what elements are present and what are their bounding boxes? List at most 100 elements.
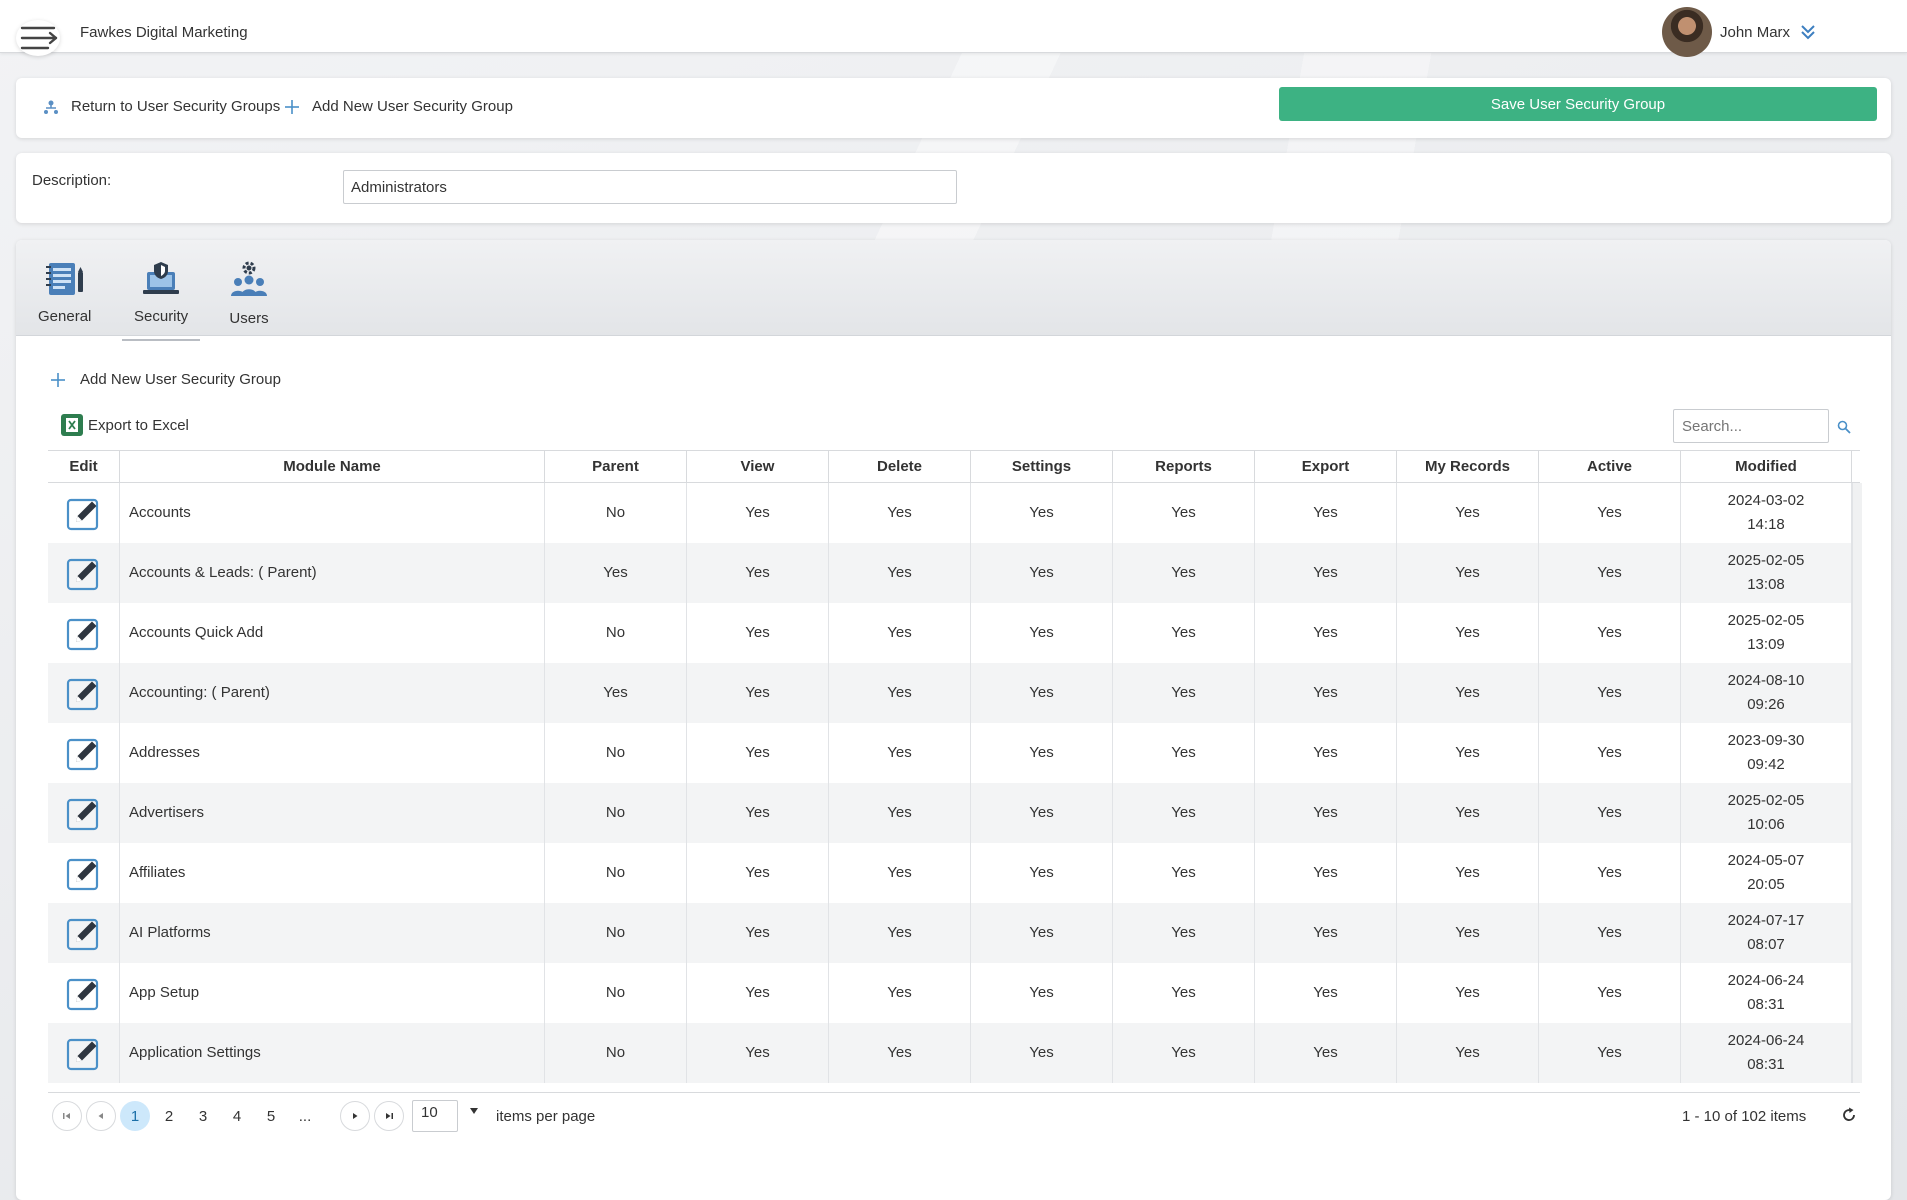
my-records-cell: Yes	[1397, 843, 1539, 903]
col-export-header[interactable]: Export	[1255, 451, 1397, 482]
prev-page-button[interactable]	[86, 1101, 116, 1131]
col-active-header[interactable]: Active	[1539, 451, 1681, 482]
export-excel-label[interactable]: Export to Excel	[88, 417, 189, 434]
modified-time: 13:09	[1747, 636, 1785, 653]
tab-users-label[interactable]: Users	[228, 310, 270, 327]
active-cell: Yes	[1539, 483, 1681, 543]
reports-cell: Yes	[1113, 903, 1255, 963]
table-row[interactable]: Affiliates No Yes Yes Yes Yes Yes Yes Yes 2024-05…	[48, 843, 1862, 903]
refresh-icon[interactable]	[1841, 1107, 1857, 1123]
app-title: Fawkes Digital Marketing	[80, 24, 248, 41]
col-module-name-header[interactable]: Module Name	[120, 451, 545, 482]
tab-general-label[interactable]: General	[38, 308, 91, 325]
scrollbar-track[interactable]	[1852, 963, 1862, 1023]
grid-add-group-label[interactable]: Add New User Security Group	[80, 371, 281, 388]
page-ellipsis[interactable]: ...	[290, 1101, 320, 1131]
scrollbar-track[interactable]	[1852, 843, 1862, 903]
my-records-cell: Yes	[1397, 663, 1539, 723]
table-row[interactable]: Addresses No Yes Yes Yes Yes Yes Yes Yes 2023-09-…	[48, 723, 1862, 783]
col-edit-header[interactable]: Edit	[48, 451, 120, 482]
add-group-link[interactable]: Add New User Security Group	[284, 98, 513, 115]
edit-icon[interactable]	[66, 495, 102, 531]
table-row[interactable]: AI Platforms No Yes Yes Yes Yes Yes Yes Yes 2024-…	[48, 903, 1862, 963]
view-cell: Yes	[687, 1023, 829, 1083]
col-view-header[interactable]: View	[687, 451, 829, 482]
tab-users[interactable]: Users	[228, 260, 270, 327]
col-settings-header[interactable]: Settings	[971, 451, 1113, 482]
edit-icon[interactable]	[66, 975, 102, 1011]
return-to-groups-link[interactable]: Return to User Security Groups	[43, 98, 280, 115]
edit-icon[interactable]	[66, 735, 102, 771]
page-number-1[interactable]: 1	[120, 1101, 150, 1131]
table-row[interactable]: Accounts Quick Add No Yes Yes Yes Yes Yes Yes Ye…	[48, 603, 1862, 663]
active-cell: Yes	[1539, 963, 1681, 1023]
menu-toggle-button[interactable]	[16, 20, 60, 56]
view-cell: Yes	[687, 543, 829, 603]
first-page-button[interactable]	[52, 1101, 82, 1131]
table-row[interactable]: Accounts & Leads: ( Parent) Yes Yes Yes Yes Y…	[48, 543, 1862, 603]
avatar[interactable]	[1662, 7, 1712, 57]
user-menu[interactable]: John Marx	[1662, 7, 1816, 57]
scrollbar-track[interactable]	[1852, 483, 1862, 543]
page-number-2[interactable]: 2	[154, 1101, 184, 1131]
scrollbar-track[interactable]	[1852, 903, 1862, 963]
active-cell: Yes	[1539, 783, 1681, 843]
module-name-cell: Accounts	[120, 483, 545, 543]
scrollbar-track[interactable]	[1852, 543, 1862, 603]
table-row[interactable]: App Setup No Yes Yes Yes Yes Yes Yes Yes 2024-06-…	[48, 963, 1862, 1023]
edit-icon[interactable]	[66, 615, 102, 651]
col-delete-header[interactable]: Delete	[829, 451, 971, 482]
edit-icon[interactable]	[66, 555, 102, 591]
delete-cell: Yes	[829, 603, 971, 663]
col-parent-header[interactable]: Parent	[545, 451, 687, 482]
page-number-3[interactable]: 3	[188, 1101, 218, 1131]
user-name[interactable]: John Marx	[1720, 24, 1790, 41]
return-label[interactable]: Return to User Security Groups	[71, 98, 280, 115]
col-reports-header[interactable]: Reports	[1113, 451, 1255, 482]
view-cell: Yes	[687, 603, 829, 663]
tab-security[interactable]: Security	[121, 260, 201, 341]
table-row[interactable]: Accounting: ( Parent) Yes Yes Yes Yes Yes Yes Y…	[48, 663, 1862, 723]
edit-icon[interactable]	[66, 1035, 102, 1071]
search-input[interactable]	[1673, 409, 1829, 443]
table-row[interactable]: Advertisers No Yes Yes Yes Yes Yes Yes Yes 2025-0…	[48, 783, 1862, 843]
double-chevron-down-icon[interactable]	[1800, 23, 1816, 41]
parent-cell: No	[545, 903, 687, 963]
plus-icon	[285, 99, 299, 114]
description-field[interactable]	[343, 170, 957, 204]
tab-security-label[interactable]: Security	[134, 308, 188, 325]
tab-general[interactable]: General	[38, 260, 91, 325]
last-page-button[interactable]	[374, 1101, 404, 1131]
scrollbar-track[interactable]	[1852, 603, 1862, 663]
edit-icon[interactable]	[66, 675, 102, 711]
export-excel-button[interactable]: Export to Excel	[60, 413, 189, 437]
grid-add-group-link[interactable]: Add New User Security Group	[50, 371, 281, 388]
delete-cell: Yes	[829, 903, 971, 963]
col-my-records-header[interactable]: My Records	[1397, 451, 1539, 482]
next-page-button[interactable]	[340, 1101, 370, 1131]
page-number-5[interactable]: 5	[256, 1101, 286, 1131]
scrollbar-track[interactable]	[1852, 723, 1862, 783]
reports-cell: Yes	[1113, 723, 1255, 783]
scrollbar-track[interactable]	[1852, 783, 1862, 843]
scrollbar-track[interactable]	[1852, 663, 1862, 723]
page-size-select[interactable]: 10	[412, 1100, 458, 1132]
search-icon	[1837, 420, 1851, 434]
col-modified-header[interactable]: Modified	[1681, 451, 1852, 482]
add-group-label[interactable]: Add New User Security Group	[312, 98, 513, 115]
scrollbar-track[interactable]	[1852, 1023, 1862, 1083]
caret-down-icon[interactable]	[469, 1107, 479, 1115]
modified-time: 08:07	[1747, 936, 1785, 953]
search-button[interactable]	[1837, 420, 1851, 438]
table-row[interactable]: Application Settings No Yes Yes Yes Yes Yes Yes…	[48, 1023, 1862, 1083]
edit-icon[interactable]	[66, 915, 102, 951]
modified-date: 2023-09-30	[1727, 732, 1805, 749]
page-number-4[interactable]: 4	[222, 1101, 252, 1131]
delete-cell: Yes	[829, 783, 971, 843]
export-cell: Yes	[1255, 903, 1397, 963]
reports-cell: Yes	[1113, 843, 1255, 903]
edit-icon[interactable]	[66, 855, 102, 891]
table-row[interactable]: Accounts No Yes Yes Yes Yes Yes Yes Yes 2024-03-0…	[48, 483, 1862, 543]
edit-icon[interactable]	[66, 795, 102, 831]
save-group-button[interactable]: Save User Security Group	[1279, 87, 1877, 121]
